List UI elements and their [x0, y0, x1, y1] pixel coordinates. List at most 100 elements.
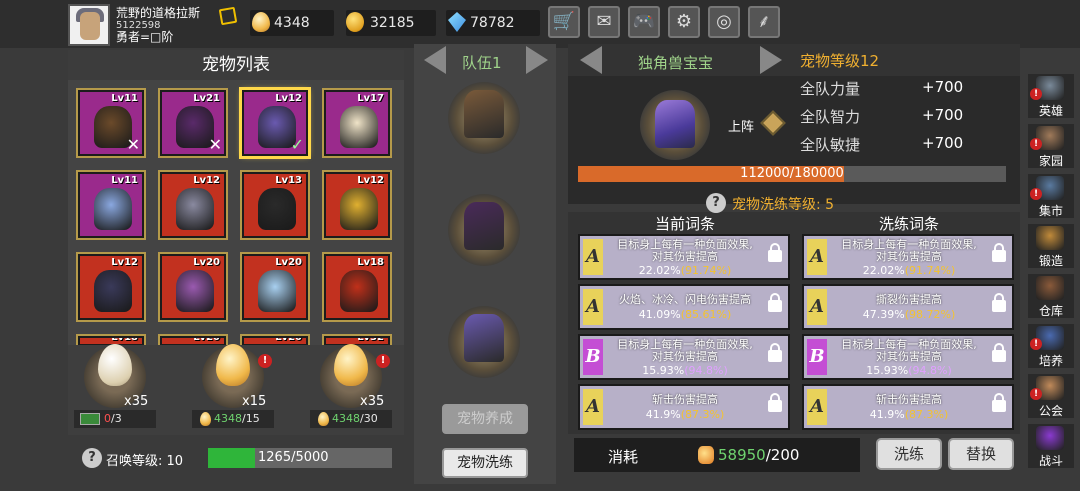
pet-card[interactable]: Lv11: [76, 170, 146, 240]
nav-warehouse[interactable]: 仓库: [1028, 274, 1074, 318]
current-affix-card[interactable]: A 目标身上每有一种负面效果, 对其伤害提高 22.02%(91.74%): [578, 234, 790, 280]
nav-market[interactable]: 集市!: [1028, 174, 1074, 218]
affix-percent: 15.93%(94.8%): [606, 364, 764, 377]
egg-icon: [200, 412, 211, 426]
pet-card[interactable]: Lv12: [76, 252, 146, 322]
current-affix-card[interactable]: B 目标身上每有一种负面效果, 对其伤害提高 15.93%(94.8%): [578, 334, 790, 380]
pet-sprite: [340, 270, 378, 312]
pet-card[interactable]: Lv20: [158, 252, 228, 322]
pet-card[interactable]: Lv12 ✓: [239, 87, 311, 159]
affix-line2: 对其伤害提高: [876, 250, 942, 263]
pet-level-label: Lv21: [193, 93, 220, 104]
cost-label: 消耗: [608, 448, 639, 466]
team-next-arrow-icon[interactable]: [526, 46, 548, 74]
nav-training[interactable]: 培养!: [1028, 324, 1074, 368]
pet-card[interactable]: Lv17: [322, 88, 392, 158]
nav-guild[interactable]: 公会!: [1028, 374, 1074, 418]
ad-video-icon: [80, 413, 100, 425]
egg-count: x15: [242, 394, 267, 409]
new-affix-card[interactable]: A 斩击伤害提高 41.9%(87.3%): [802, 384, 1014, 430]
pet-sprite: [258, 188, 296, 230]
edit-name-icon[interactable]: [218, 6, 238, 26]
pet-card[interactable]: Lv13: [240, 170, 310, 240]
nav-hero-helmet[interactable]: 英雄!: [1028, 74, 1074, 118]
summon-help-icon[interactable]: ?: [82, 448, 102, 468]
lock-icon[interactable]: [768, 293, 782, 312]
refine-action-button[interactable]: 洗练: [876, 438, 942, 470]
egg-count: x35: [124, 394, 149, 409]
refine-help-icon[interactable]: ?: [706, 193, 726, 213]
team-slot[interactable]: [448, 194, 520, 266]
settings-gear-icon[interactable]: ⚙: [668, 6, 700, 38]
current-affix-card[interactable]: A 火焰、冰冷、闪电伤害提高 41.09%(85.61%): [578, 284, 790, 330]
refine-level-label: 宠物洗练等级: 5: [732, 197, 835, 213]
affix-grade-badge: A: [807, 389, 827, 425]
gamepad-icon[interactable]: 🎮: [628, 6, 660, 38]
mail-icon[interactable]: ✉: [588, 6, 620, 38]
egg-cost-need: /3: [111, 412, 122, 425]
player-avatar[interactable]: [68, 4, 110, 46]
feather-icon[interactable]: ⸙: [748, 6, 780, 38]
pet-sprite: [94, 188, 132, 230]
equipped-check-icon[interactable]: ✓: [291, 135, 304, 154]
white-egg-icon[interactable]: [98, 344, 132, 386]
replace-button[interactable]: 替换: [948, 438, 1014, 470]
lock-icon[interactable]: [992, 293, 1006, 312]
team-stat-value: +700: [922, 106, 964, 124]
affix-value: 47.39%: [862, 308, 905, 321]
nav-label: 公会: [1038, 404, 1063, 418]
pet-detail-header: [568, 44, 1020, 76]
battle-portal-icon: [1036, 426, 1064, 450]
affix-line2: 对其伤害提高: [652, 250, 718, 263]
pet-sprite: [94, 270, 132, 312]
pet-prev-arrow-icon[interactable]: [580, 46, 602, 74]
team-slot[interactable]: [448, 82, 520, 154]
egg-cost: 4348/30: [310, 410, 392, 428]
unequip-x-icon[interactable]: ✕: [127, 135, 140, 154]
new-affix-header: 洗练词条: [878, 215, 939, 233]
lock-icon[interactable]: [768, 243, 782, 262]
new-affix-card[interactable]: A 撕裂伤害提高 47.39%(98.72%): [802, 284, 1014, 330]
coin-icon: [346, 12, 364, 32]
pet-list-title: 宠物列表: [68, 50, 404, 80]
pet-sprite: [176, 270, 214, 312]
lock-icon[interactable]: [992, 243, 1006, 262]
egg-cost-need: /15: [242, 412, 260, 425]
lock-icon[interactable]: [768, 343, 782, 362]
pet-nurture-button[interactable]: 宠物养成: [442, 404, 528, 434]
nav-battle-portal[interactable]: 战斗: [1028, 424, 1074, 468]
nav-anvil[interactable]: 锻造: [1028, 224, 1074, 268]
unicorn-sprite: [655, 100, 695, 148]
team-prev-arrow-icon[interactable]: [424, 46, 446, 74]
color-wheel-icon[interactable]: ◎: [708, 6, 740, 38]
new-affix-card[interactable]: A 目标身上每有一种负面效果, 对其伤害提高 22.02%(91.74%): [802, 234, 1014, 280]
affix-grade-badge: A: [583, 239, 603, 275]
pet-card[interactable]: Lv12: [158, 170, 228, 240]
pet-card[interactable]: Lv18: [322, 252, 392, 322]
affix-percent: 41.9%(87.3%): [830, 408, 988, 421]
pet-card[interactable]: Lv12: [322, 170, 392, 240]
pet-card[interactable]: Lv20: [240, 252, 310, 322]
affix-max: (94.8%): [908, 364, 952, 377]
pet-card[interactable]: Lv21 ✕: [158, 88, 228, 158]
current-affix-card[interactable]: A 斩击伤害提高 41.9%(87.3%): [578, 384, 790, 430]
affix-text: 目标身上每有一种负面效果, 对其伤害提高: [606, 339, 764, 363]
pet-next-arrow-icon[interactable]: [760, 46, 782, 74]
pet-level-label: Lv20: [275, 336, 302, 343]
warehouse-icon: [1036, 276, 1064, 300]
gold-egg-icon[interactable]: [216, 344, 250, 386]
lock-icon[interactable]: [992, 343, 1006, 362]
lock-icon[interactable]: [768, 393, 782, 412]
team-pet-sprite: [464, 202, 504, 250]
lock-icon[interactable]: [992, 393, 1006, 412]
gold-egg-icon[interactable]: [334, 344, 368, 386]
shop-cart-icon[interactable]: 🛒: [548, 6, 580, 38]
team-slot[interactable]: [448, 306, 520, 378]
nav-home[interactable]: 家园!: [1028, 124, 1074, 168]
pet-level-label: Lv12: [111, 257, 138, 268]
pet-card[interactable]: Lv11 ✕: [76, 88, 146, 158]
new-affix-card[interactable]: B 目标身上每有一种负面效果, 对其伤害提高 15.93%(94.8%): [802, 334, 1014, 380]
unequip-x-icon[interactable]: ✕: [209, 135, 222, 154]
affix-text: 火焰、冰冷、闪电伤害提高: [606, 294, 764, 306]
pet-refine-button[interactable]: 宠物洗练: [442, 448, 528, 478]
